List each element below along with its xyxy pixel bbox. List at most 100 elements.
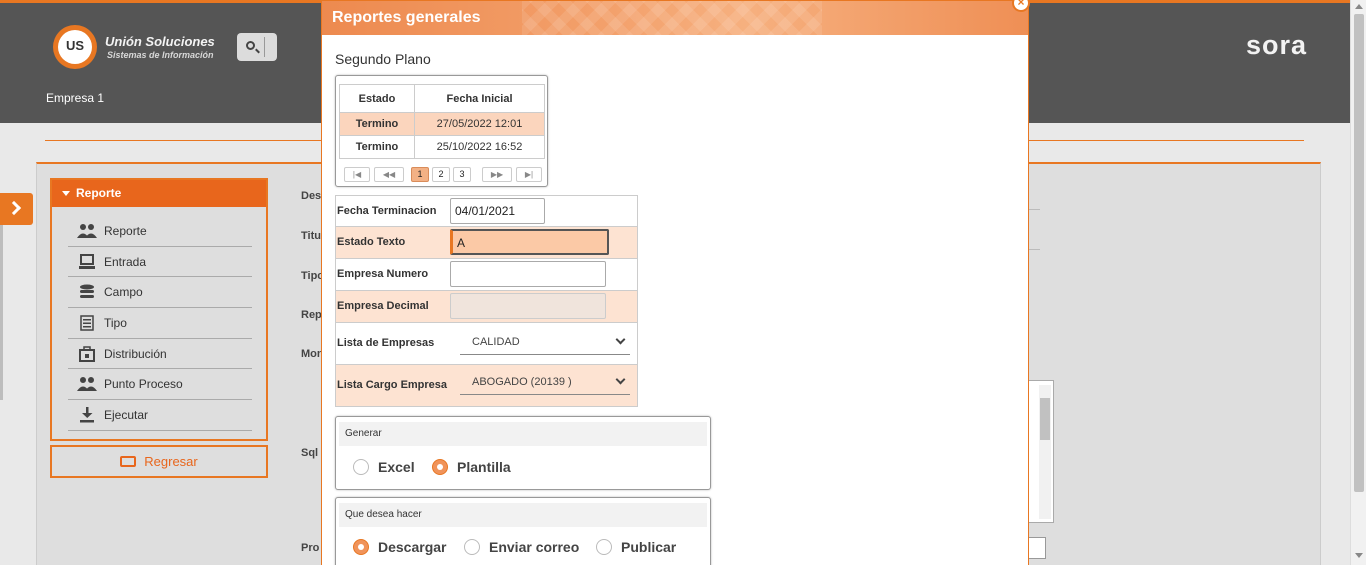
report-menu-header[interactable]: Reporte <box>52 180 266 207</box>
page-scrollbar[interactable] <box>1350 0 1366 565</box>
radio-descargar[interactable]: Descargar <box>353 539 447 555</box>
bg-label-titu: Titu <box>301 230 321 242</box>
menu-item-entrada[interactable]: Entrada <box>68 247 252 278</box>
page-button-3[interactable]: 3 <box>453 167 471 182</box>
scrollbar-thumb[interactable] <box>1354 14 1364 492</box>
chevron-down-icon <box>615 374 626 385</box>
radio-label: Publicar <box>621 539 677 555</box>
dialog-title: Reportes generales <box>332 9 481 26</box>
radio-button-selected-icon <box>432 459 448 475</box>
lista-empresas-value: CALIDAD <box>472 336 520 348</box>
logo-name: Unión Soluciones <box>105 34 215 49</box>
column-header-estado[interactable]: Estado <box>339 84 415 113</box>
scroll-down-icon[interactable] <box>1355 553 1363 558</box>
bg-label-sql: Sql <box>301 447 319 459</box>
report-menu-title: Reporte <box>76 186 122 200</box>
radio-label: Descargar <box>378 539 447 555</box>
lista-empresas-select[interactable]: CALIDAD <box>460 331 630 355</box>
menu-item-punto-proceso[interactable]: Punto Proceso <box>68 369 252 401</box>
radio-button-icon <box>464 539 480 555</box>
menu-item-ejecutar[interactable]: Ejecutar <box>68 400 252 431</box>
bg-label-rep: Rep <box>301 309 322 321</box>
row-estado-texto: Estado Texto A <box>335 227 638 259</box>
briefcase-icon <box>76 345 98 362</box>
page-button-1[interactable]: 1 <box>411 167 429 182</box>
bg-label-pro: Pro <box>301 542 320 554</box>
background-jobs-grid: Estado Fecha Inicial Termino 27/05/2022 … <box>335 75 548 187</box>
first-page-button[interactable]: |◀ <box>344 167 370 182</box>
list-icon <box>76 315 98 331</box>
menu-item-label: Distribución <box>104 346 167 361</box>
radio-plantilla[interactable]: Plantilla <box>432 459 511 475</box>
sidebar-toggle-button[interactable] <box>0 193 33 225</box>
row-empresa-decimal: Empresa Decimal <box>335 291 638 323</box>
lista-cargo-value: ABOGADO (20139 ) <box>472 376 572 388</box>
cell-fecha: 27/05/2022 12:01 <box>414 112 545 136</box>
radio-label: Excel <box>378 459 415 475</box>
report-menu: Reporte Reporte Entrada Campo Tipo Distr… <box>50 178 268 441</box>
empresa-numero-input[interactable] <box>450 261 606 287</box>
logo-subtitle: Sistemas de Información <box>107 50 214 60</box>
menu-item-label: Entrada <box>104 254 147 269</box>
sql-textarea[interactable] <box>1028 380 1054 523</box>
cell-estado: Termino <box>339 135 415 159</box>
lista-cargo-select[interactable]: ABOGADO (20139 ) <box>460 371 630 395</box>
menu-item-label: Punto Proceso <box>104 377 183 392</box>
label-lista-cargo: Lista Cargo Empresa <box>337 379 448 391</box>
report-dialog: Reportes generales Segundo Plano Estado … <box>321 0 1029 565</box>
company-logo[interactable]: US Unión Soluciones Sistemas de Informac… <box>53 23 223 69</box>
menu-item-label: Campo <box>104 285 143 300</box>
logo-badge-icon: US <box>53 25 97 69</box>
label-lista-empresas: Lista de Empresas <box>337 337 435 349</box>
users-icon <box>76 376 98 392</box>
report-menu-list: Reporte Entrada Campo Tipo Distribución … <box>68 216 252 431</box>
row-lista-empresas: Lista de Empresas CALIDAD <box>335 323 638 365</box>
last-page-button[interactable]: ▶| <box>516 167 542 182</box>
prev-page-button[interactable]: ◀◀ <box>374 167 404 182</box>
fecha-terminacion-input[interactable]: 04/01/2021 <box>450 198 545 224</box>
dialog-header[interactable]: Reportes generales <box>322 1 1028 35</box>
side-strip <box>0 225 3 400</box>
radio-enviar-correo[interactable]: Enviar correo <box>464 539 579 555</box>
caret-down-icon <box>62 191 70 196</box>
page-button-2[interactable]: 2 <box>432 167 450 182</box>
report-params-form: Fecha Terminacion 04/01/2021 Estado Text… <box>335 195 638 407</box>
estado-texto-input[interactable]: A <box>450 229 609 255</box>
scroll-up-icon[interactable] <box>1355 4 1363 9</box>
table-row[interactable]: Termino 27/05/2022 12:01 <box>339 112 545 136</box>
back-button[interactable]: Regresar <box>50 445 268 478</box>
radio-button-selected-icon <box>353 539 369 555</box>
empresa-decimal-input[interactable] <box>450 293 606 319</box>
database-icon <box>76 284 98 300</box>
row-lista-cargo: Lista Cargo Empresa ABOGADO (20139 ) <box>335 365 638 407</box>
menu-item-campo[interactable]: Campo <box>68 277 252 309</box>
accion-title: Que desea hacer <box>339 503 707 527</box>
radio-excel[interactable]: Excel <box>353 459 415 475</box>
pager: |◀ ◀◀ 1 2 3 ▶▶ ▶| <box>340 167 544 183</box>
radio-publicar[interactable]: Publicar <box>596 539 676 555</box>
monitor-icon <box>76 253 98 270</box>
bg-input[interactable] <box>1028 537 1046 559</box>
search-button[interactable] <box>237 33 277 61</box>
menu-item-tipo[interactable]: Tipo <box>68 308 252 339</box>
radio-button-icon <box>353 459 369 475</box>
menu-item-distribucion[interactable]: Distribución <box>68 339 252 370</box>
menu-item-reporte[interactable]: Reporte <box>68 216 252 247</box>
brand-logo: sora <box>1246 30 1322 60</box>
bg-label-des: Des <box>301 190 322 202</box>
company-name: Empresa 1 <box>46 91 105 105</box>
next-page-button[interactable]: ▶▶ <box>482 167 512 182</box>
brand-text: sora <box>1246 30 1308 60</box>
label-empresa-numero: Empresa Numero <box>337 268 429 280</box>
hand-pointer-icon <box>120 456 137 467</box>
column-header-fecha[interactable]: Fecha Inicial <box>414 84 545 113</box>
table-row[interactable]: Termino 25/10/2022 16:52 <box>339 135 545 159</box>
menu-item-label: Tipo <box>104 315 127 330</box>
row-fecha-terminacion: Fecha Terminacion 04/01/2021 <box>335 195 638 227</box>
textarea-scrollbar-thumb[interactable] <box>1040 398 1050 440</box>
generar-group: Generar Excel Plantilla <box>335 416 711 490</box>
download-icon <box>76 406 98 423</box>
dialog-subtitle: Segundo Plano <box>335 51 431 67</box>
radio-button-icon <box>596 539 612 555</box>
label-fecha-terminacion: Fecha Terminacion <box>337 205 437 217</box>
